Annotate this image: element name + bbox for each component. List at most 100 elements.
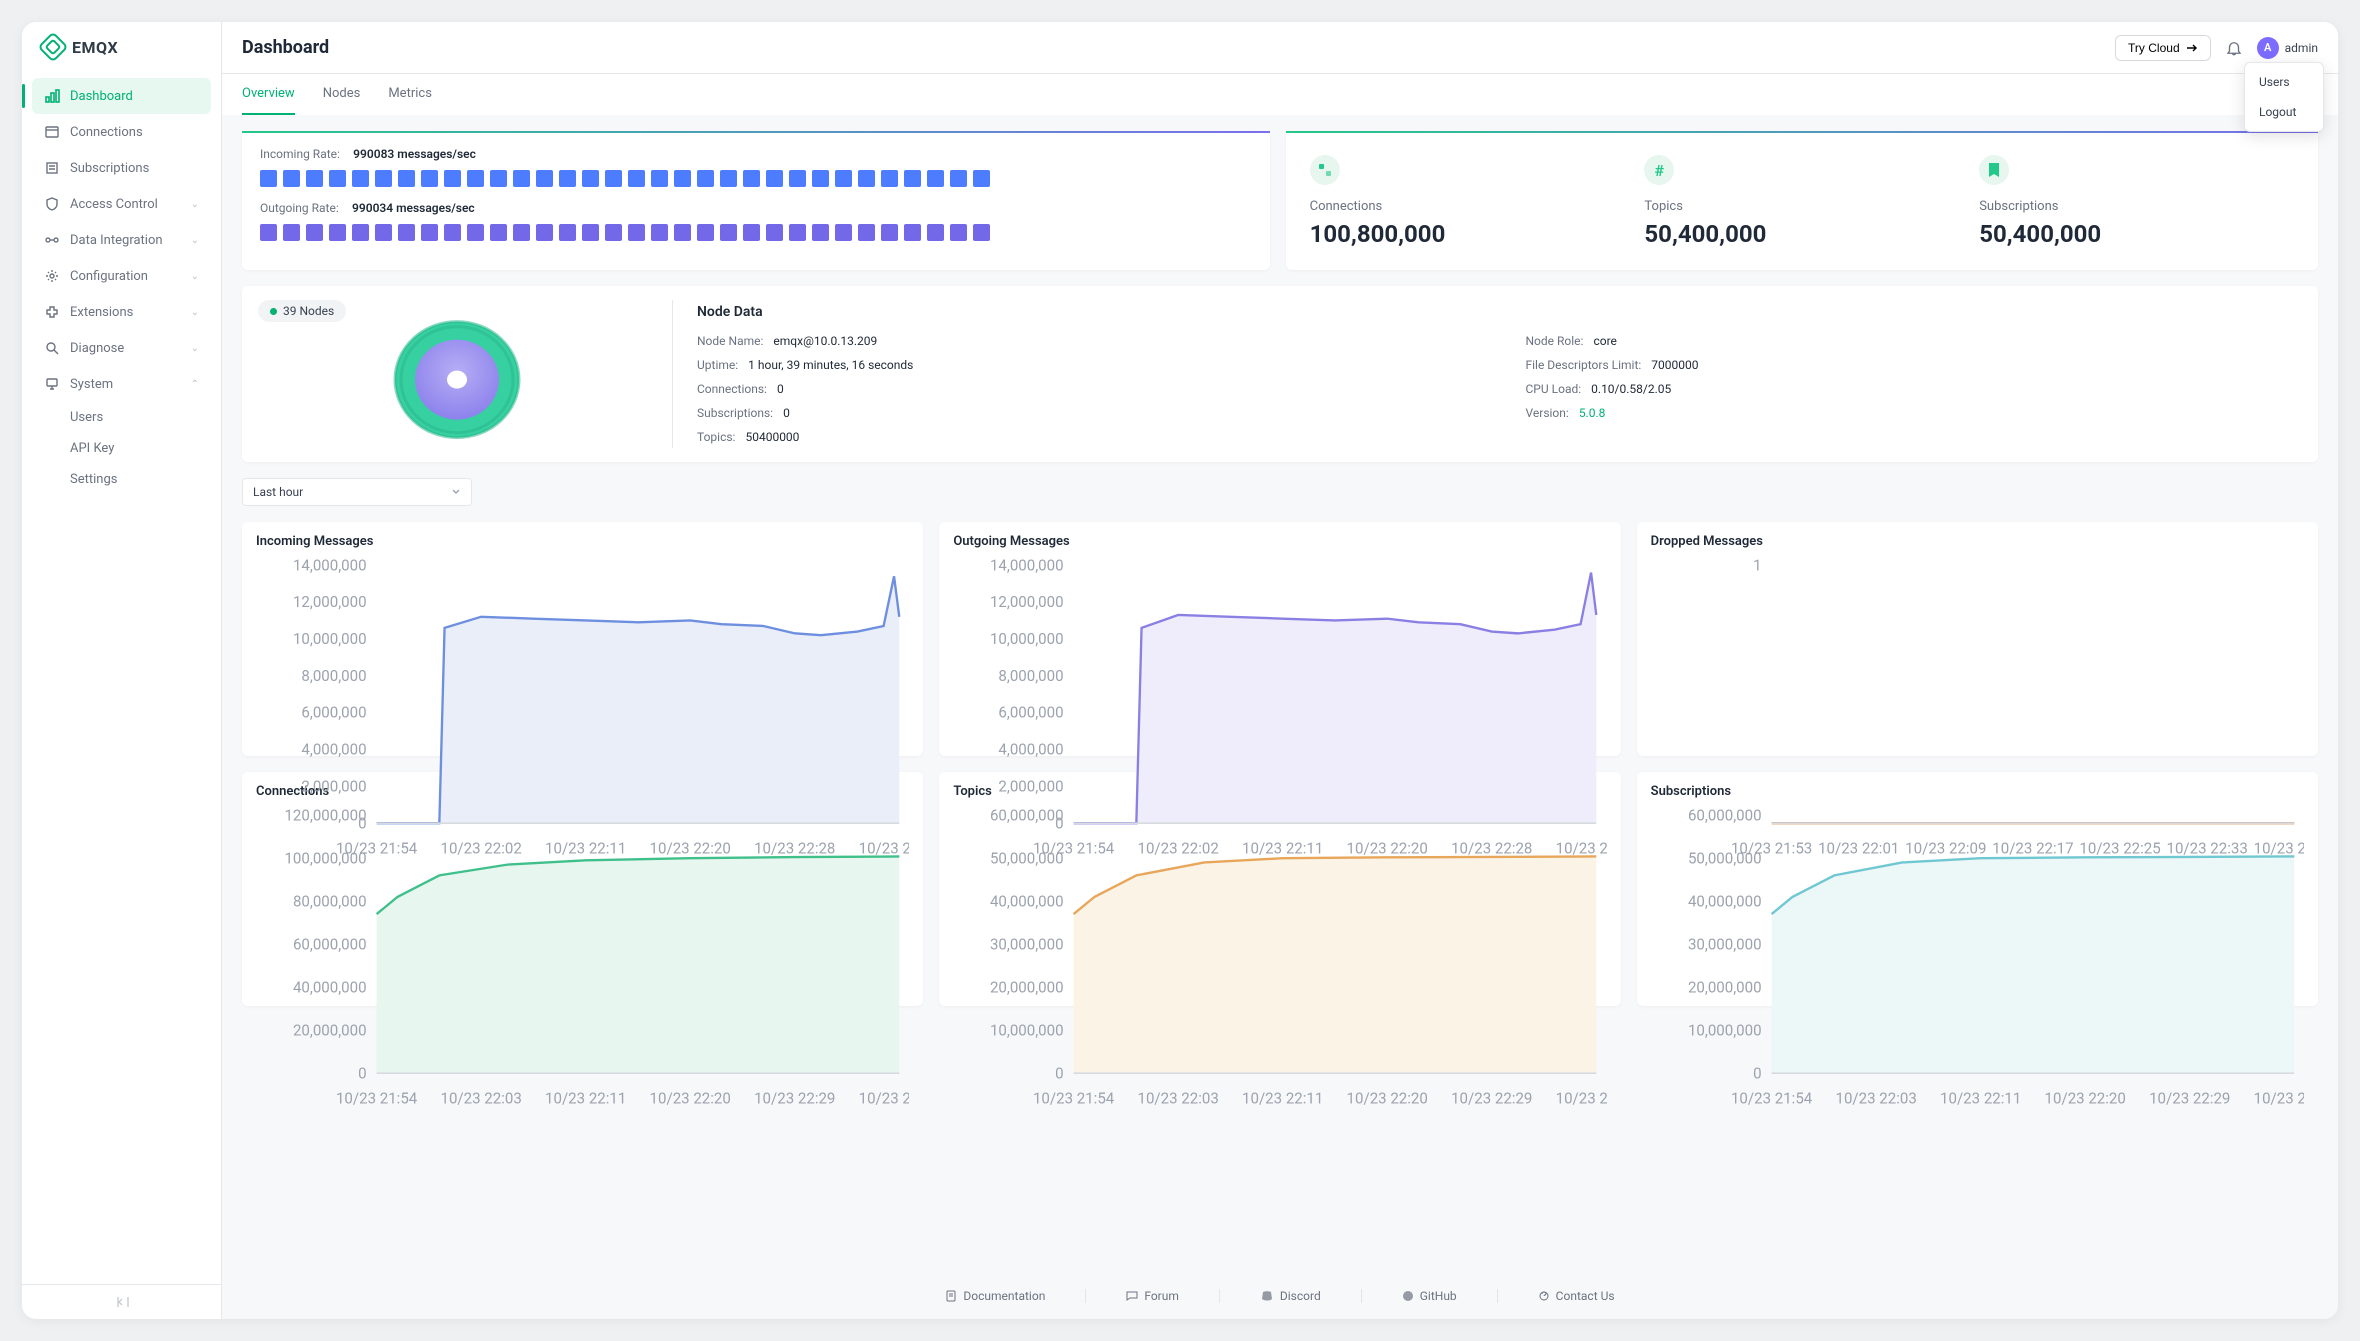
rate-block: [720, 224, 737, 241]
footer-discord[interactable]: Discord: [1244, 1289, 1337, 1303]
sidebar-item-connections[interactable]: Connections: [32, 114, 211, 150]
svg-text:8,000,000: 8,000,000: [301, 667, 366, 685]
sidebar-item-data-integration[interactable]: Data Integration⌄: [32, 222, 211, 258]
footer-contact[interactable]: Contact Us: [1522, 1289, 1631, 1303]
brand-logo[interactable]: EMQX: [22, 22, 221, 72]
svg-text:10/23 22:20: 10/23 22:20: [1347, 1090, 1428, 1108]
sidebar-item-configuration[interactable]: Configuration⌄: [32, 258, 211, 294]
connections-icon: [1310, 155, 1340, 185]
user-menu-logout[interactable]: Logout: [2245, 97, 2323, 127]
user-chip[interactable]: A admin: [2257, 37, 2318, 59]
svg-text:0: 0: [1055, 1064, 1063, 1082]
svg-text:14,000,000: 14,000,000: [293, 556, 367, 574]
sidebar-item-extensions[interactable]: Extensions⌄: [32, 294, 211, 330]
svg-text:10/23 22:38: 10/23 22:38: [859, 1090, 910, 1108]
svg-text:10,000,000: 10,000,000: [1688, 1021, 1762, 1039]
svg-text:30,000,000: 30,000,000: [990, 935, 1064, 953]
footer-forum[interactable]: Forum: [1110, 1289, 1195, 1303]
rate-block: [950, 224, 967, 241]
sidebar-item-label: System: [70, 377, 113, 392]
rate-block: [743, 170, 760, 187]
sidebar-item-dashboard[interactable]: Dashboard: [32, 78, 211, 114]
content-area: Incoming Rate: 990083 messages/sec Outgo…: [222, 115, 2338, 1319]
node-kv-key: Node Role:: [1526, 334, 1584, 348]
sidebar-item-access-control[interactable]: Access Control⌄: [32, 186, 211, 222]
chart-svg: 120,000,000100,000,00080,000,00060,000,0…: [256, 805, 909, 1111]
rate-block: [536, 170, 553, 187]
svg-text:10/23 22:38: 10/23 22:38: [2253, 1090, 2304, 1108]
user-name: admin: [2285, 41, 2318, 55]
tab-bar: Overview Nodes Metrics: [222, 74, 2338, 115]
user-menu-users[interactable]: Users: [2245, 67, 2323, 97]
node-visual: 39 Nodes: [242, 300, 672, 448]
sidebar-item-diagnose[interactable]: Diagnose⌄: [32, 330, 211, 366]
sidebar-subitem-settings[interactable]: Settings: [70, 464, 211, 495]
rate-block: [927, 170, 944, 187]
svg-text:6,000,000: 6,000,000: [999, 704, 1064, 722]
node-kv-value: core: [1593, 334, 1616, 348]
sidebar-subitem-users[interactable]: Users: [70, 402, 211, 433]
rate-block: [766, 170, 783, 187]
diagnose-icon: [44, 340, 60, 356]
sidebar-subitem-api-key[interactable]: API Key: [70, 433, 211, 464]
bell-icon[interactable]: [2225, 39, 2243, 57]
charts-grid: Incoming Messages 14,000,00012,000,00010…: [242, 522, 2318, 1006]
tab-nodes[interactable]: Nodes: [323, 74, 361, 115]
rate-block: [421, 170, 438, 187]
incoming-rate-row: Incoming Rate: 990083 messages/sec: [260, 147, 1252, 162]
shield-icon: [44, 196, 60, 212]
svg-text:1: 1: [1753, 556, 1761, 574]
svg-text:10/23 22:38: 10/23 22:38: [1556, 1090, 1607, 1108]
svg-text:10/23 21:54: 10/23 21:54: [1731, 1090, 1813, 1108]
svg-text:60,000,000: 60,000,000: [293, 935, 367, 953]
rate-block: [789, 170, 806, 187]
svg-text:100,000,000: 100,000,000: [284, 849, 366, 867]
sidebar-item-label: Connections: [70, 125, 143, 140]
rate-block: [329, 170, 346, 187]
node-kv-value[interactable]: 5.0.8: [1579, 406, 1606, 420]
chart-card-incoming-messages: Incoming Messages 14,000,00012,000,00010…: [242, 522, 923, 756]
node-kv: File Descriptors Limit:7000000: [1526, 358, 2295, 372]
svg-text:10/23 21:54: 10/23 21:54: [1033, 1090, 1115, 1108]
sidebar-item-system[interactable]: System⌃: [32, 366, 211, 402]
tab-overview[interactable]: Overview: [242, 74, 295, 115]
svg-text:6,000,000: 6,000,000: [301, 704, 366, 722]
footer-github[interactable]: GitHub: [1386, 1289, 1473, 1303]
rate-block: [513, 224, 530, 241]
node-kv-key: Topics:: [697, 430, 735, 444]
chart-card-subscriptions: Subscriptions 60,000,00050,000,00040,000…: [1637, 772, 2318, 1006]
node-kv-key: CPU Load:: [1526, 382, 1582, 396]
node-kv-key: Uptime:: [697, 358, 738, 372]
sidebar-item-subscriptions[interactable]: Subscriptions: [32, 150, 211, 186]
try-cloud-button[interactable]: Try Cloud: [2115, 35, 2211, 61]
sidebar-collapse-toggle[interactable]: [114, 1295, 130, 1309]
rate-block: [352, 170, 369, 187]
node-kv-key: Subscriptions:: [697, 406, 773, 420]
node-kv: [1526, 430, 2295, 444]
outgoing-rate-row: Outgoing Rate: 990034 messages/sec: [260, 201, 1252, 216]
rate-block: [789, 224, 806, 241]
svg-text:30,000,000: 30,000,000: [1688, 935, 1762, 953]
tab-metrics[interactable]: Metrics: [388, 74, 432, 115]
incoming-rate-label: Incoming Rate:: [260, 147, 340, 161]
dashboard-icon: [44, 88, 60, 104]
time-range-select[interactable]: Last hour: [242, 478, 472, 506]
node-kv-value: 0: [777, 382, 784, 396]
chart-title: Incoming Messages: [256, 534, 909, 549]
sidebar-item-label: Dashboard: [70, 89, 133, 104]
node-count-badge[interactable]: 39 Nodes: [258, 300, 346, 322]
subscriptions-icon: [44, 160, 60, 176]
sidebar-item-label: Diagnose: [70, 341, 124, 356]
footer-documentation[interactable]: Documentation: [929, 1289, 1061, 1303]
status-dot-icon: [270, 308, 277, 315]
svg-text:10/23 22:29: 10/23 22:29: [1451, 1090, 1532, 1108]
node-kv: Uptime:1 hour, 39 minutes, 16 seconds: [697, 358, 1466, 372]
rate-block: [306, 170, 323, 187]
rate-block: [375, 224, 392, 241]
chart-title: Outgoing Messages: [953, 534, 1606, 549]
svg-text:120,000,000: 120,000,000: [284, 806, 366, 824]
sidebar-item-label: Configuration: [70, 269, 148, 284]
node-data-title: Node Data: [697, 304, 2294, 320]
rate-block: [398, 170, 415, 187]
brand-name: EMQX: [72, 38, 118, 57]
